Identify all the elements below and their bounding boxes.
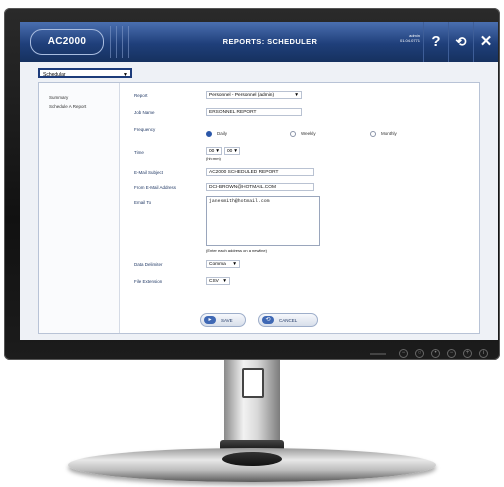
time-minute-value: 00: [227, 149, 233, 154]
frequency-radio-weekly[interactable]: Weekly: [290, 131, 316, 137]
logout-arrow-icon: ⟲: [455, 34, 467, 49]
job-name-label: Job Name: [134, 110, 155, 115]
save-button[interactable]: ▸ SAVE: [200, 313, 246, 327]
email-to-label: Email To: [134, 200, 152, 205]
frequency-radio-monthly[interactable]: Monthly: [370, 131, 397, 137]
frequency-label: Frequency: [134, 127, 156, 132]
email-to-textarea[interactable]: janesmith@hotmail.com: [206, 196, 320, 246]
chevron-down-icon: ▼: [294, 93, 299, 98]
monitor-stand-neck: [220, 360, 284, 452]
monitor-button-icon: ○: [415, 349, 424, 358]
cancel-button[interactable]: ⟲ CANCEL: [258, 313, 318, 327]
time-hour-value: 00: [209, 149, 215, 154]
email-subject-label: E-Mail Subject: [134, 170, 164, 175]
chevron-down-icon: ▼: [123, 72, 128, 78]
time-minute-select[interactable]: 00 ▼: [224, 147, 240, 155]
side-nav: Summary Schedule A Report: [39, 83, 120, 333]
question-mark-icon: ?: [431, 33, 441, 50]
delimiter-label: Data Delimiter: [134, 262, 163, 267]
time-label: Time: [134, 150, 144, 155]
radio-label: Monthly: [381, 131, 397, 137]
report-select-value: Personnel - Personnel (admin): [209, 93, 275, 98]
app-header: AC2000 REPORTS: SCHEDULER admin 01.04.07…: [20, 22, 498, 62]
close-icon: ✕: [479, 33, 493, 50]
stand-base-hub: [222, 452, 282, 466]
app-logo: AC2000: [30, 29, 104, 55]
monitor-button-icon: −: [447, 349, 456, 358]
cancel-button-label: CANCEL: [279, 318, 298, 323]
chevron-down-icon: ▼: [215, 149, 220, 154]
radio-dot: [206, 131, 212, 137]
from-email-input[interactable]: DCI-BROWN@HOTMAIL.COM: [206, 183, 314, 191]
header-divider: [116, 26, 117, 58]
radio-dot: [370, 131, 376, 137]
email-to-hint: (Enter each address on a newline): [206, 248, 267, 253]
delimiter-value: Comma: [209, 262, 226, 267]
power-icon: ı: [479, 349, 488, 358]
chevron-down-icon: ▼: [222, 279, 227, 284]
module-select[interactable]: Schedular ▼: [38, 68, 132, 78]
radio-label: Daily: [217, 131, 228, 137]
header-divider: [122, 26, 123, 58]
monitor-indicator-line: [370, 352, 386, 355]
user-detail: 01.04.0771: [399, 38, 420, 43]
job-name-input[interactable]: ERSONNEL REPORT: [206, 108, 302, 116]
report-select[interactable]: Personnel - Personnel (admin) ▼: [206, 91, 302, 99]
extension-select[interactable]: CSV ▼: [206, 277, 230, 285]
header-divider: [128, 26, 129, 58]
radio-label: Weekly: [301, 131, 316, 137]
email-subject-input[interactable]: AC2000 SCHEDULED REPORT: [206, 168, 314, 176]
logout-button[interactable]: ⟲: [448, 22, 473, 62]
time-hour-select[interactable]: 00 ▼: [206, 147, 222, 155]
module-select-value: Schedular: [43, 72, 66, 78]
extension-label: File Extension: [134, 279, 163, 284]
close-button[interactable]: ✕: [473, 22, 498, 62]
save-button-label: SAVE: [221, 318, 233, 323]
from-email-label: From E-Mail Address: [134, 185, 177, 190]
header-divider: [110, 26, 111, 58]
monitor-button-icon: •: [431, 349, 440, 358]
radio-dot: [290, 131, 296, 137]
page-title: REPORTS: SCHEDULER: [222, 37, 318, 46]
cancel-icon: ⟲: [262, 316, 274, 324]
delimiter-select[interactable]: Comma ▼: [206, 260, 240, 268]
time-format-hint: (hh:mm): [206, 156, 221, 161]
chevron-down-icon: ▼: [232, 262, 237, 267]
monitor-button-icon: −: [399, 349, 408, 358]
user-info: admin 01.04.0771: [400, 33, 420, 43]
help-button[interactable]: ?: [423, 22, 448, 62]
cable-slot: [242, 368, 264, 398]
extension-value: CSV: [209, 279, 219, 284]
monitor-button-icon: +: [463, 349, 472, 358]
frequency-radio-daily[interactable]: Daily: [206, 131, 227, 137]
report-label: Report: [134, 93, 148, 98]
chevron-down-icon: ▼: [233, 149, 238, 154]
monitor-screen: AC2000 REPORTS: SCHEDULER admin 01.04.07…: [20, 22, 498, 340]
save-icon: ▸: [204, 316, 216, 324]
nav-item-schedule-report[interactable]: Schedule A Report: [39, 102, 119, 111]
nav-item-summary[interactable]: Summary: [39, 93, 119, 102]
